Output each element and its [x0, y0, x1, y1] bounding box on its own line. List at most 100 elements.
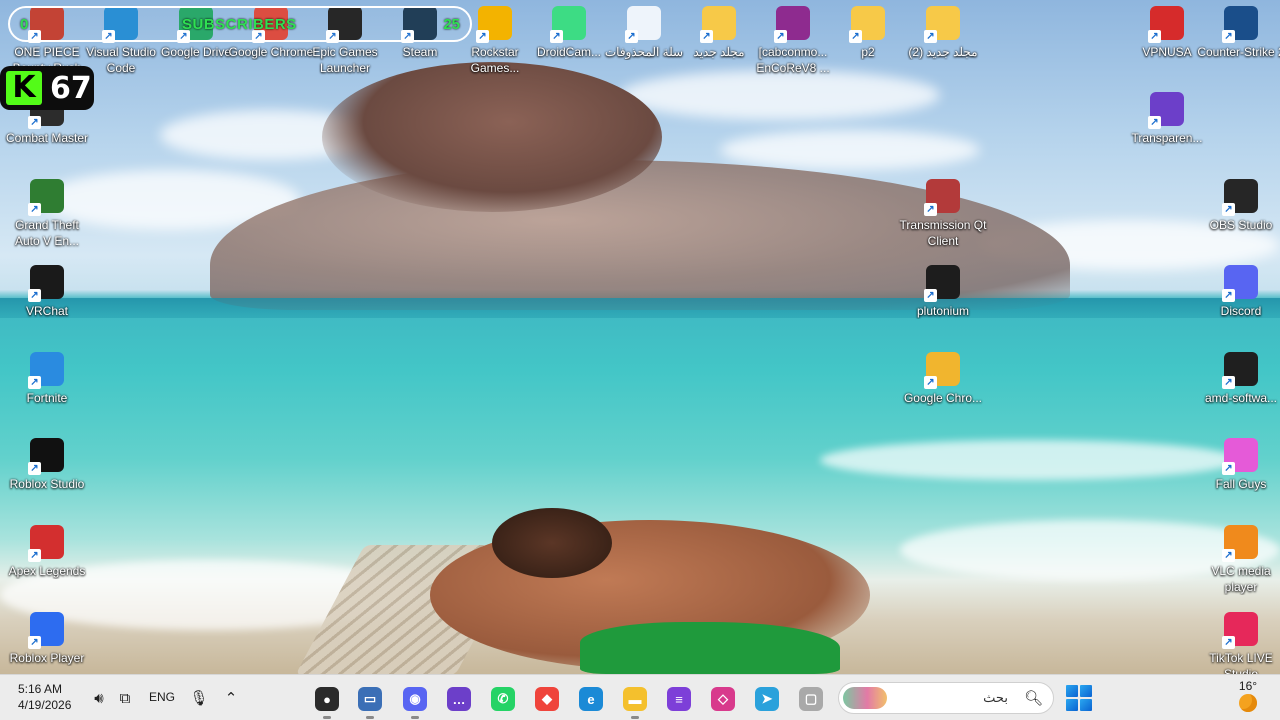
shortcut-arrow-icon: ↗: [28, 116, 41, 129]
desktop-icon-label: amd-softwa...: [1204, 391, 1278, 405]
shortcut-arrow-icon: ↗: [924, 30, 937, 43]
clock-time: 5:16 AM: [18, 682, 63, 696]
running-indicator: [323, 716, 331, 719]
obs-icon: ↗: [1222, 179, 1258, 216]
kick-follower-overlay: K 67: [0, 66, 94, 110]
taskbar-app-anydesk[interactable]: ◆: [529, 681, 565, 717]
desktop-icon-label: Roblox Studio: [9, 477, 85, 491]
desktop-icon[interactable]: ↗ Roblox Studio: [4, 434, 90, 520]
recycle-bin-icon: ↗: [625, 6, 661, 43]
desktop-icon[interactable]: ↗ Fall Guys: [1198, 434, 1280, 520]
subscriber-goal-overlay: 0 SUBSCRIBERS 25: [8, 6, 472, 42]
desktop-icon-label: Combat Master: [5, 131, 89, 145]
desktop-icon[interactable]: ↗ Counter-Strike 2: [1197, 2, 1280, 88]
fortnite-icon: ↗: [28, 352, 64, 389]
volume-icon[interactable]: 🔊︎: [86, 685, 112, 711]
edge-icon: e: [579, 687, 603, 711]
desktop-icon[interactable]: ↗ plutonium: [900, 261, 986, 347]
folder-icon: ↗: [849, 6, 885, 43]
shortcut-arrow-icon: ↗: [1222, 636, 1235, 649]
folder-icon: ↗: [700, 6, 736, 43]
shortcut-arrow-icon: ↗: [28, 636, 41, 649]
shortcut-arrow-icon: ↗: [700, 30, 713, 43]
taskbar-app-obs[interactable]: ●: [309, 681, 345, 719]
desktop-icon[interactable]: ↗ Discord: [1198, 261, 1280, 347]
taskbar-app-onenote[interactable]: ◇: [705, 681, 741, 717]
taskbar-app-discord[interactable]: ◉: [397, 681, 433, 719]
shortcut-arrow-icon: ↗: [476, 30, 489, 43]
taskbar-app-file-explorer[interactable]: ▬: [617, 681, 653, 719]
discord-icon: ↗: [1222, 265, 1258, 302]
language-indicator[interactable]: ENG: [149, 690, 175, 704]
desktop-icon-label: plutonium: [916, 304, 970, 318]
taskbar-app-terminal[interactable]: ▭: [352, 681, 388, 719]
chat-bubble-icon: ↗: [1148, 92, 1184, 129]
shortcut-arrow-icon: ↗: [28, 289, 41, 302]
desktop-icon[interactable]: ↗ Transparen...: [1124, 88, 1210, 174]
taskbar-app-whatsapp[interactable]: ✆: [485, 681, 521, 717]
vpn-icon: ↗: [1148, 6, 1184, 43]
taskbar-app-telegram[interactable]: ➤: [749, 681, 785, 717]
microphone-icon[interactable]: 🎙︎: [186, 685, 212, 711]
desktop-icon-label: OBS Studio: [1209, 218, 1273, 232]
folder-icon: ▬: [623, 687, 647, 711]
roblox-icon: ↗: [28, 612, 64, 649]
kick-logo-icon: K: [6, 71, 42, 105]
note-icon: ◇: [711, 687, 735, 711]
desktop-icon[interactable]: ↗ VRChat: [4, 261, 90, 347]
network-icon[interactable]: ⧉: [112, 685, 138, 711]
moon-icon: [1239, 694, 1257, 712]
running-indicator: [631, 716, 639, 719]
shortcut-arrow-icon: ↗: [1222, 289, 1235, 302]
vlc-icon: ↗: [1222, 525, 1258, 562]
desktop-icon-label: Fortnite: [26, 391, 68, 405]
shortcut-arrow-icon: ↗: [774, 30, 787, 43]
desktop-icon[interactable]: ↗ amd-softwa...: [1198, 348, 1280, 434]
clock-date: 4/19/2026: [18, 698, 72, 712]
shortcut-arrow-icon: ↗: [1222, 376, 1235, 389]
discord-icon: ◉: [403, 687, 427, 711]
taskbar-app-chat[interactable]: …: [441, 681, 477, 717]
desktop-icon[interactable]: ↗ Apex Legends: [4, 521, 90, 607]
shortcut-arrow-icon: ↗: [924, 376, 937, 389]
desktop-icon[interactable]: ↗ OBS Studio: [1198, 175, 1280, 261]
taskbar-app-edge[interactable]: e: [573, 681, 609, 717]
desktop-icon[interactable]: ↗ Transmission Qt Client: [900, 175, 986, 261]
taskbar-app-clipchamp[interactable]: ≡: [661, 681, 697, 717]
desktop-icon-label: (2) مجلد جديد: [908, 45, 978, 59]
desktop-icon-label: Roblox Player: [9, 651, 85, 665]
counter-strike-icon: ↗: [1222, 6, 1258, 43]
shortcut-arrow-icon: ↗: [1222, 203, 1235, 216]
terminal-icon: ▭: [358, 687, 382, 711]
clock[interactable]: 5:16 AM 4/19/2026: [18, 681, 78, 713]
desktop-icon[interactable]: ↗ Fortnite: [4, 348, 90, 434]
shortcut-arrow-icon: ↗: [924, 203, 937, 216]
search-icon: 🔍︎: [1023, 690, 1043, 707]
telegram-icon: ➤: [755, 687, 779, 711]
weather-widget[interactable]: 16°: [1228, 679, 1268, 717]
folder-icon: ↗: [924, 6, 960, 43]
transmission-icon: ↗: [924, 179, 960, 216]
subscriber-goal-count: 25: [443, 15, 460, 33]
desktop-icon-label: Discord: [1220, 304, 1262, 318]
amd-icon: ↗: [1222, 352, 1258, 389]
taskbar-search-box[interactable]: بحث 🔍︎: [838, 682, 1054, 714]
shortcut-arrow-icon: ↗: [1222, 549, 1235, 562]
obs-icon: ●: [315, 687, 339, 711]
shortcut-arrow-icon: ↗: [849, 30, 862, 43]
shortcut-arrow-icon: ↗: [550, 30, 563, 43]
taskbar-app-window[interactable]: ▢: [793, 681, 829, 717]
desktop-icon[interactable]: ↗ Grand Theft Auto V En...: [4, 175, 90, 261]
subscriber-start-count: 0: [20, 15, 29, 33]
tiktok-icon: ↗: [1222, 612, 1258, 649]
start-button[interactable]: [1066, 685, 1092, 711]
chevron-up-icon[interactable]: ⌃: [218, 685, 244, 711]
gta-v-icon: ↗: [28, 179, 64, 216]
desktop-icon[interactable]: ↗ (2) مجلد جديد: [900, 2, 986, 88]
shortcut-arrow-icon: ↗: [1148, 30, 1161, 43]
desktop-icon[interactable]: ↗ Google Chro...: [900, 348, 986, 434]
desktop-icon-label: Transparen...: [1131, 131, 1203, 145]
desktop-icon-label: Transmission Qt Client: [899, 218, 987, 248]
shortcut-arrow-icon: ↗: [1222, 462, 1235, 475]
desktop-icon[interactable]: ↗ VLC media player: [1198, 521, 1280, 607]
